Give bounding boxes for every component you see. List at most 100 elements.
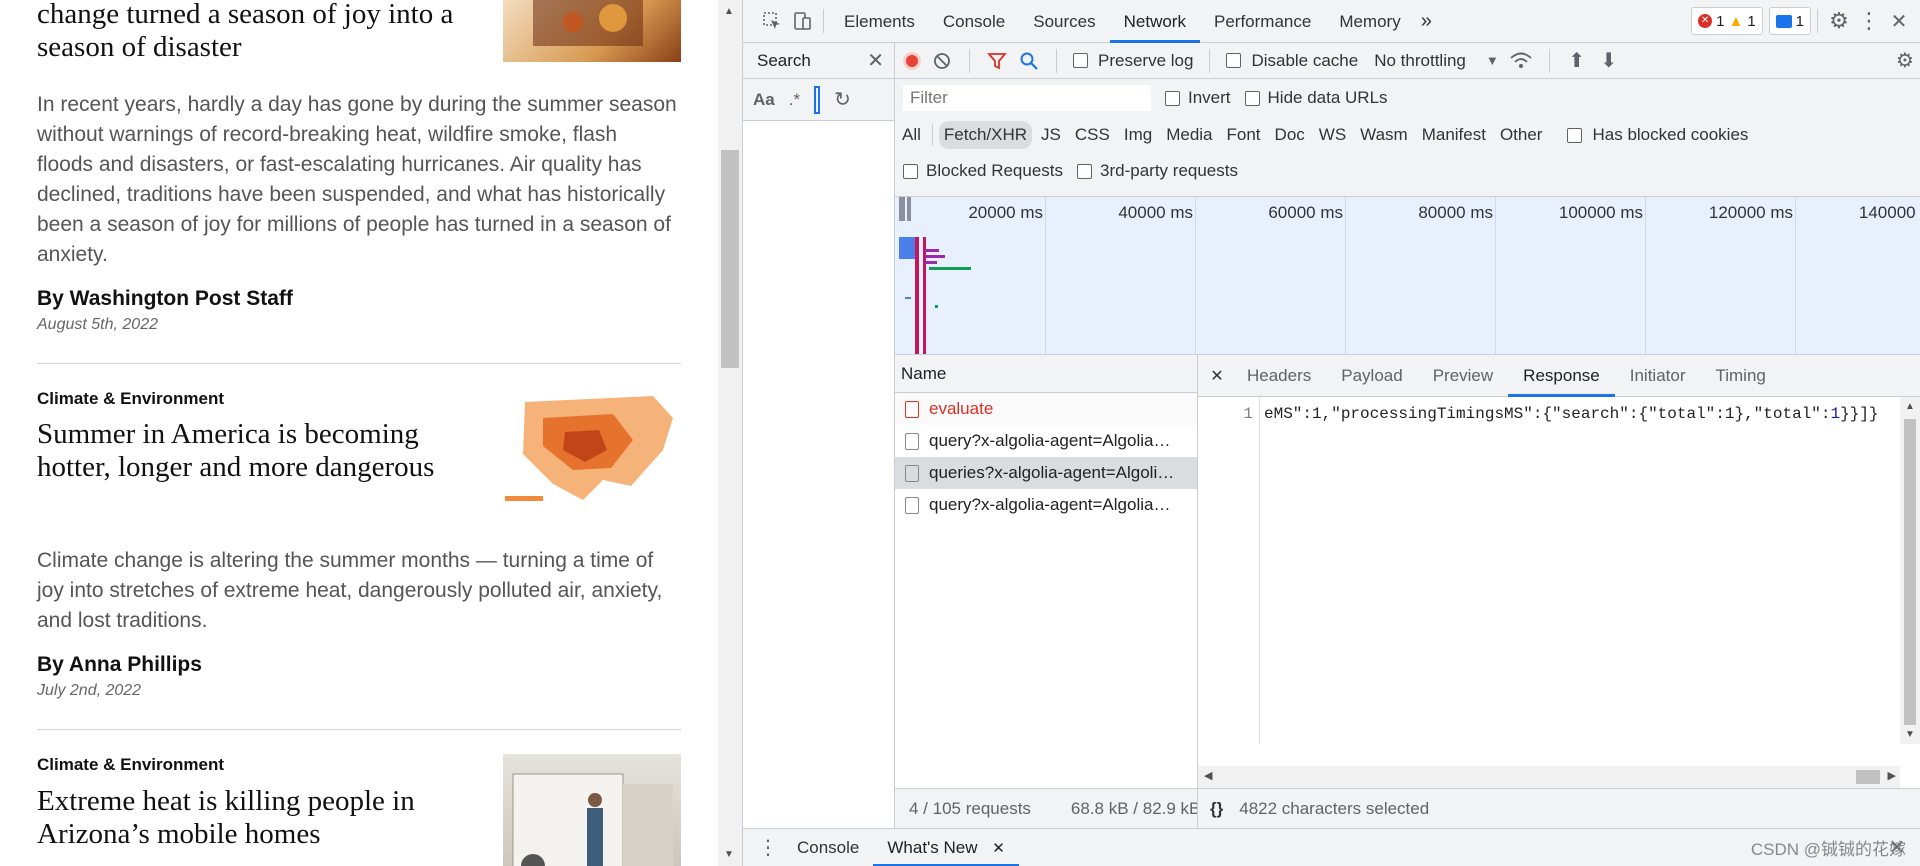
tab-initiator[interactable]: Initiator	[1615, 355, 1701, 397]
invert-checkbox[interactable]	[1165, 90, 1180, 106]
regex-button[interactable]: .*	[789, 90, 800, 110]
filter-type-css[interactable]: CSS	[1070, 121, 1115, 149]
filter-icon[interactable]	[986, 46, 1008, 76]
close-devtools-icon[interactable]: ✕	[1884, 6, 1914, 36]
filter-row-1: Invert Hide data URLs	[903, 85, 1388, 111]
story-2-image[interactable]	[503, 388, 681, 518]
filter-type-img[interactable]: Img	[1119, 121, 1157, 149]
drawer-tab-whats-new[interactable]: What's New ✕	[873, 829, 1018, 866]
tab-response[interactable]: Response	[1508, 355, 1615, 397]
more-tabs-icon[interactable]: »	[1415, 0, 1438, 43]
settings-gear-icon[interactable]: ⚙	[1824, 6, 1854, 36]
network-panel: Preserve log Disable cache No throttling…	[895, 43, 1920, 828]
scroll-up-icon[interactable]: ▲	[724, 6, 734, 17]
chevron-down-icon[interactable]: ▼	[1486, 53, 1499, 68]
network-conditions-icon[interactable]	[1509, 46, 1533, 76]
request-row[interactable]: query?x-algolia-agent=Algolia…	[895, 425, 1197, 457]
story-2-headline[interactable]: Summer in America is becoming hotter, lo…	[37, 418, 497, 484]
messages-badge[interactable]: 1	[1768, 7, 1811, 35]
name-column-header[interactable]: Name	[895, 355, 1197, 393]
blocked-requests-checkbox[interactable]	[903, 163, 918, 179]
story-3-kicker[interactable]: Climate & Environment	[37, 755, 224, 775]
search-input[interactable]	[814, 85, 821, 114]
request-row[interactable]: queries?x-algolia-agent=Algoli…	[895, 457, 1197, 489]
throttling-select[interactable]: No throttling	[1374, 51, 1466, 71]
match-case-button[interactable]: Aa	[753, 90, 775, 110]
refresh-search-icon[interactable]: ↻	[834, 87, 851, 112]
tab-memory[interactable]: Memory	[1325, 0, 1414, 43]
filter-type-ws[interactable]: WS	[1314, 121, 1351, 149]
close-detail-icon[interactable]: ✕	[1202, 361, 1232, 391]
request-count: 4 / 105 requests	[909, 798, 1031, 818]
hide-data-urls-checkbox[interactable]	[1244, 90, 1260, 106]
tab-payload[interactable]: Payload	[1326, 355, 1417, 397]
tab-network[interactable]: Network	[1110, 0, 1200, 43]
search-panel-title[interactable]: Search	[757, 51, 811, 71]
filter-type-other[interactable]: Other	[1495, 121, 1548, 149]
story-1-image[interactable]	[503, 0, 681, 62]
filter-type-all[interactable]: All	[897, 121, 926, 149]
scroll-up-icon[interactable]: ▲	[1905, 401, 1915, 412]
inspect-element-icon[interactable]	[757, 6, 787, 36]
filter-type-doc[interactable]: Doc	[1270, 121, 1310, 149]
filter-type-fetch-xhr[interactable]: Fetch/XHR	[938, 121, 1033, 149]
network-settings-gear-icon[interactable]: ⚙	[1890, 46, 1920, 76]
page-scrollbar-thumb[interactable]	[721, 150, 739, 368]
preserve-log-checkbox[interactable]	[1073, 53, 1088, 68]
clear-icon[interactable]	[931, 46, 953, 76]
network-overview-timeline[interactable]: 20000 ms 40000 ms 60000 ms 80000 ms 1000…	[895, 197, 1920, 355]
scroll-right-icon[interactable]: ▶	[1888, 769, 1896, 782]
filter-type-js[interactable]: JS	[1036, 121, 1066, 149]
drawer-menu-icon[interactable]: ⋮	[753, 833, 783, 863]
story-2: Climate & Environment Summer in America …	[37, 364, 681, 730]
scroll-left-icon[interactable]: ◀	[1204, 769, 1212, 782]
scroll-down-icon[interactable]: ▼	[1905, 729, 1915, 740]
story-1-headline[interactable]: change turned a season of joy into a sea…	[37, 0, 497, 64]
filter-input[interactable]	[903, 85, 1151, 111]
response-scrollbar-thumb[interactable]	[1904, 419, 1916, 725]
tab-timing[interactable]: Timing	[1700, 355, 1780, 397]
separator	[1548, 48, 1550, 73]
device-toolbar-icon[interactable]	[787, 6, 817, 36]
close-tab-icon[interactable]: ✕	[992, 840, 1005, 857]
record-icon[interactable]	[903, 51, 921, 70]
disable-cache-checkbox[interactable]	[1226, 53, 1242, 68]
response-horizontal-scrollbar[interactable]: ◀ ▶	[1198, 766, 1900, 788]
drawer-tab-console[interactable]: Console	[783, 829, 873, 866]
tab-elements[interactable]: Elements	[830, 0, 929, 43]
story-2-byline[interactable]: By Anna Phillips	[37, 653, 202, 677]
story-list: change turned a season of joy into a sea…	[37, 0, 681, 866]
story-3-headline[interactable]: Extreme heat is killing people in Arizon…	[37, 785, 497, 851]
filter-type-manifest[interactable]: Manifest	[1417, 121, 1491, 149]
third-party-checkbox[interactable]	[1077, 163, 1093, 179]
story-3-image[interactable]	[503, 754, 681, 866]
request-row[interactable]: evaluate	[895, 393, 1197, 425]
filter-type-wasm[interactable]: Wasm	[1355, 121, 1413, 149]
scroll-down-icon[interactable]: ▼	[724, 849, 734, 860]
tab-sources[interactable]: Sources	[1019, 0, 1109, 43]
import-har-icon[interactable]: ⬆	[1566, 46, 1588, 76]
separator	[1817, 9, 1818, 33]
issues-badge[interactable]: ✕ 1 ▲ 1	[1691, 7, 1763, 35]
close-search-icon[interactable]: ✕	[867, 48, 884, 73]
request-row[interactable]: query?x-algolia-agent=Algolia…	[895, 489, 1197, 521]
h-scrollbar-thumb[interactable]	[1856, 770, 1880, 784]
tab-preview[interactable]: Preview	[1418, 355, 1508, 397]
tab-headers[interactable]: Headers	[1232, 355, 1326, 397]
response-code-line[interactable]: eMS":1,"processingTimingsMS":{"search":{…	[1264, 405, 1879, 423]
export-har-icon[interactable]: ⬇	[1598, 46, 1620, 76]
story-1-byline[interactable]: By Washington Post Staff	[37, 287, 293, 311]
search-icon[interactable]	[1018, 46, 1040, 76]
more-options-icon[interactable]: ⋮	[1854, 6, 1884, 36]
filter-type-media[interactable]: Media	[1161, 121, 1217, 149]
story-2-kicker[interactable]: Climate & Environment	[37, 389, 224, 409]
filter-type-font[interactable]: Font	[1222, 121, 1266, 149]
request-name: query?x-algolia-agent=Algolia…	[929, 431, 1171, 450]
tab-performance[interactable]: Performance	[1200, 0, 1325, 43]
pretty-print-button[interactable]: {}	[1210, 799, 1223, 819]
response-vertical-scrollbar[interactable]: ▲ ▼	[1900, 397, 1920, 744]
response-editor[interactable]: 1 eMS":1,"processingTimingsMS":{"search"…	[1198, 397, 1920, 744]
tab-console[interactable]: Console	[929, 0, 1019, 43]
has-blocked-cookies-checkbox[interactable]	[1567, 127, 1583, 143]
page-scrollbar[interactable]: ▲ ▼	[718, 0, 742, 866]
